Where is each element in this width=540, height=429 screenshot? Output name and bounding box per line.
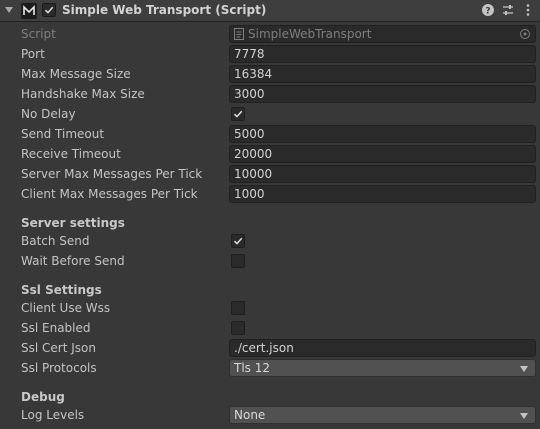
send-timeout-label: Send Timeout [21,127,105,141]
script-object-field[interactable]: SimpleWebTransport [229,25,536,43]
log-levels-value: None [234,408,266,422]
no-delay-checkbox[interactable] [231,107,245,121]
wait-before-send-row: Wait Before Send [0,252,540,270]
script-row: Script SimpleWebTransport [0,25,540,43]
help-icon[interactable]: ? [481,3,495,17]
port-input[interactable]: 7778 [229,45,536,63]
port-row: Port 7778 [0,45,540,63]
ssl-enabled-label: Ssl Enabled [21,321,91,335]
send-timeout-row: Send Timeout 5000 [0,125,540,143]
client-max-messages-input[interactable]: 1000 [229,185,536,203]
presets-icon[interactable] [501,3,515,17]
wait-before-send-checkbox[interactable] [231,254,245,268]
batch-send-label: Batch Send [21,234,90,248]
receive-timeout-label: Receive Timeout [21,147,121,161]
client-use-wss-checkbox[interactable] [231,301,245,315]
ssl-cert-json-row: Ssl Cert Json ./cert.json [0,339,540,357]
client-use-wss-row: Client Use Wss [0,299,540,317]
ssl-settings-header: Ssl Settings [21,283,102,297]
server-max-messages-row: Server Max Messages Per Tick 10000 [0,165,540,183]
handshake-max-size-row: Handshake Max Size 3000 [0,85,540,103]
batch-send-row: Batch Send [0,232,540,250]
ssl-protocols-dropdown[interactable]: Tls 12 [229,359,536,377]
client-max-messages-row: Client Max Messages Per Tick 1000 [0,185,540,203]
mirror-logo-icon [21,3,37,19]
component-title: Simple Web Transport (Script) [62,3,267,17]
component-enabled-checkbox[interactable] [42,3,56,17]
foldout-arrow-icon[interactable] [5,7,13,13]
ssl-cert-json-input[interactable]: ./cert.json [229,339,536,357]
inspector-panel: Simple Web Transport (Script) ? Script S… [0,0,540,429]
no-delay-row: No Delay [0,105,540,123]
handshake-max-size-input[interactable]: 3000 [229,85,536,103]
csharp-script-icon [233,28,245,42]
max-message-size-label: Max Message Size [21,67,131,81]
server-max-messages-input[interactable]: 10000 [229,165,536,183]
log-levels-label: Log Levels [21,408,85,422]
ssl-enabled-row: Ssl Enabled [0,319,540,337]
ssl-protocols-label: Ssl Protocols [21,361,97,375]
ssl-protocols-row: Ssl Protocols Tls 12 [0,359,540,377]
send-timeout-input[interactable]: 5000 [229,125,536,143]
max-message-size-input[interactable]: 16384 [229,65,536,83]
object-picker-icon[interactable] [519,28,531,42]
component-header[interactable]: Simple Web Transport (Script) ? [0,0,540,22]
port-label: Port [21,47,45,61]
script-label: Script [21,27,56,41]
dropdown-arrow-icon [520,413,528,419]
max-message-size-row: Max Message Size 16384 [0,65,540,83]
ssl-cert-json-label: Ssl Cert Json [21,341,96,355]
kebab-menu-icon[interactable] [521,3,535,17]
script-value: SimpleWebTransport [248,27,372,41]
log-levels-dropdown[interactable]: None [229,406,536,424]
client-max-messages-label: Client Max Messages Per Tick [21,187,198,201]
debug-header: Debug [21,390,65,404]
receive-timeout-input[interactable]: 20000 [229,145,536,163]
no-delay-label: No Delay [21,107,76,121]
handshake-max-size-label: Handshake Max Size [21,87,145,101]
ssl-protocols-value: Tls 12 [234,361,270,375]
receive-timeout-row: Receive Timeout 20000 [0,145,540,163]
dropdown-arrow-icon [520,366,528,372]
server-max-messages-label: Server Max Messages Per Tick [21,167,203,181]
ssl-enabled-checkbox[interactable] [231,321,245,335]
server-settings-header: Server settings [21,216,125,230]
wait-before-send-label: Wait Before Send [21,254,125,268]
log-levels-row: Log Levels None [0,406,540,424]
client-use-wss-label: Client Use Wss [21,301,111,315]
batch-send-checkbox[interactable] [231,234,245,248]
svg-text:?: ? [485,7,490,17]
